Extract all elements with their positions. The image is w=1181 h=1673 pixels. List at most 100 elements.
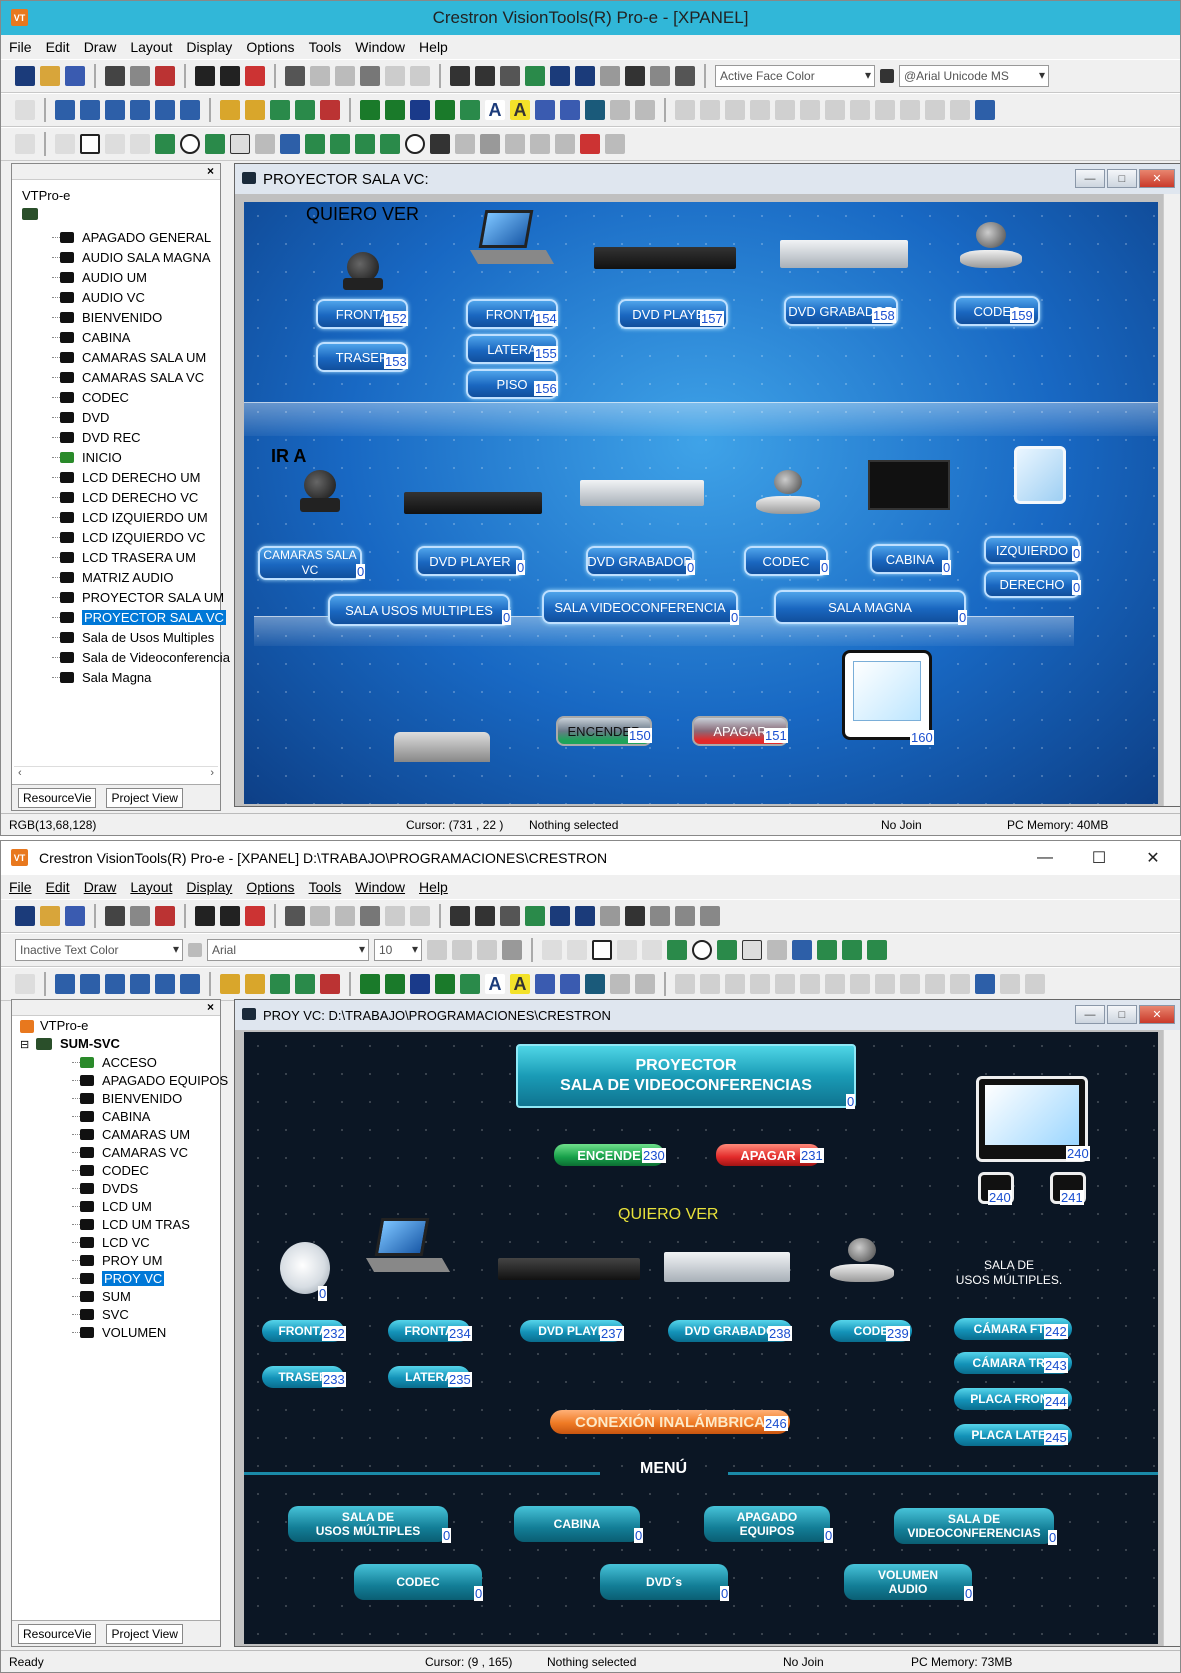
- underline-icon[interactable]: [477, 940, 497, 960]
- picture-icon[interactable]: [155, 134, 175, 154]
- doc-maximize-button[interactable]: □: [1107, 169, 1137, 188]
- button-icon[interactable]: [360, 974, 380, 994]
- scroll-right-icon[interactable]: ›: [210, 767, 214, 782]
- menu-tools[interactable]: Tools: [309, 39, 342, 55]
- space-vertical-icon[interactable]: [800, 974, 820, 994]
- menu-file[interactable]: File: [9, 879, 32, 895]
- doc-close-button[interactable]: ✕: [1139, 1005, 1175, 1024]
- debug-icon[interactable]: [155, 906, 175, 926]
- transfer-icon[interactable]: [130, 906, 150, 926]
- tree-item[interactable]: LCD IZQUIERDO UM: [52, 510, 208, 525]
- font-size-combo[interactable]: 10: [374, 939, 422, 961]
- font-combo[interactable]: @Arial Unicode MS: [899, 65, 1049, 87]
- print-icon[interactable]: [285, 66, 305, 86]
- tree-item[interactable]: LCD DERECHO VC: [52, 490, 198, 505]
- menu-display[interactable]: Display: [186, 39, 232, 55]
- ir-codec-button[interactable]: CODEC: [744, 546, 828, 576]
- spin-icon[interactable]: [842, 940, 862, 960]
- menu-layout[interactable]: Layout: [130, 39, 172, 55]
- align-bottom-icon[interactable]: [725, 100, 745, 120]
- list-box-icon[interactable]: [867, 940, 887, 960]
- symbol-icon[interactable]: [525, 906, 545, 926]
- button-icon[interactable]: [435, 974, 455, 994]
- align-right-icon[interactable]: [700, 974, 720, 994]
- collapse-icon[interactable]: ⊟: [20, 1038, 29, 1051]
- picture-icon[interactable]: [667, 940, 687, 960]
- tab-resource-view[interactable]: ResourceVie: [18, 1623, 97, 1644]
- menu-edit[interactable]: Edit: [46, 39, 70, 55]
- tree-item[interactable]: DVD: [52, 410, 109, 425]
- paste-icon[interactable]: [360, 66, 380, 86]
- symbol-icon[interactable]: [525, 66, 545, 86]
- tree-item[interactable]: CABINA: [72, 1109, 150, 1124]
- page-icon[interactable]: [195, 66, 215, 86]
- sala-videoconferencia-button[interactable]: SALA VIDEOCONFERENCIA: [542, 590, 738, 624]
- slider-icon[interactable]: [305, 134, 325, 154]
- gauge-icon[interactable]: [792, 940, 812, 960]
- keyboard-icon[interactable]: [430, 134, 450, 154]
- menu-tools[interactable]: Tools: [309, 879, 342, 895]
- fill-icon[interactable]: [130, 100, 150, 120]
- layer-icon[interactable]: [270, 974, 290, 994]
- size-icon[interactable]: [875, 974, 895, 994]
- menu-cabina-button[interactable]: CABINA: [514, 1506, 640, 1542]
- color-swatch-icon[interactable]: [188, 943, 202, 957]
- doc-vscroll[interactable]: [1163, 1030, 1180, 1646]
- document-icon[interactable]: [605, 134, 625, 154]
- italic-icon[interactable]: [452, 940, 472, 960]
- tab-resource-view[interactable]: ResourceVie: [18, 787, 97, 808]
- tree-item[interactable]: APAGADO EQUIPOS: [72, 1073, 228, 1088]
- align-top-icon[interactable]: [750, 100, 770, 120]
- paste-icon[interactable]: [360, 906, 380, 926]
- projector-screen-button[interactable]: [842, 650, 932, 740]
- center-icon[interactable]: [825, 100, 845, 120]
- wifi-icon[interactable]: [530, 134, 550, 154]
- align-left-icon[interactable]: [675, 974, 695, 994]
- help-icon[interactable]: [550, 66, 570, 86]
- tree-root[interactable]: VTPro-e: [22, 188, 70, 203]
- select-icon[interactable]: [542, 940, 562, 960]
- pointer-icon[interactable]: [15, 100, 35, 120]
- frame-icon[interactable]: [560, 974, 580, 994]
- layer-icon[interactable]: [220, 974, 240, 994]
- save-icon[interactable]: [65, 66, 85, 86]
- menu-apagado-equipos-button[interactable]: APAGADO EQUIPOS: [704, 1506, 830, 1542]
- menu-options[interactable]: Options: [246, 39, 294, 55]
- list-icon[interactable]: [500, 66, 520, 86]
- tree-project[interactable]: SUM-SVC: [60, 1036, 120, 1051]
- undo-icon[interactable]: [385, 906, 405, 926]
- doc-close-button[interactable]: ✕: [1139, 169, 1175, 188]
- button-icon[interactable]: [435, 100, 455, 120]
- grid-icon[interactable]: [245, 906, 265, 926]
- button-shape-icon[interactable]: [717, 940, 737, 960]
- popup-icon[interactable]: [220, 66, 240, 86]
- button-icon[interactable]: [410, 100, 430, 120]
- new-icon[interactable]: [15, 906, 35, 926]
- center-icon[interactable]: [825, 974, 845, 994]
- conexion-inalambrica-button[interactable]: CONEXIÓN INALÁMBRICA: [550, 1410, 790, 1434]
- button-icon[interactable]: [385, 100, 405, 120]
- tree-item[interactable]: CAMARAS SALA VC: [52, 370, 204, 385]
- scroll-left-icon[interactable]: ‹: [18, 767, 22, 782]
- open-icon[interactable]: [40, 906, 60, 926]
- redo-icon[interactable]: [410, 66, 430, 86]
- select-icon[interactable]: [15, 134, 35, 154]
- menu-sala-videoconferencias-button[interactable]: SALA DE VIDEOCONFERENCIAS: [894, 1508, 1054, 1544]
- text-a-icon[interactable]: A: [485, 974, 505, 994]
- layer-icon[interactable]: [270, 100, 290, 120]
- cut-icon[interactable]: [310, 906, 330, 926]
- ir-dvd-player-button[interactable]: DVD PLAYER: [416, 546, 524, 576]
- menu-window[interactable]: Window: [355, 39, 405, 55]
- tree-item[interactable]: DVD REC: [52, 430, 141, 445]
- fill-icon[interactable]: [130, 974, 150, 994]
- keypad-icon[interactable]: [767, 940, 787, 960]
- frame-icon[interactable]: [560, 100, 580, 120]
- button-shape-icon[interactable]: [205, 134, 225, 154]
- arrange-icon[interactable]: [975, 100, 995, 120]
- layer-icon[interactable]: [295, 974, 315, 994]
- title-bar[interactable]: VT Crestron VisionTools(R) Pro-e - [XPAN…: [1, 841, 1180, 875]
- tree-item[interactable]: CABINA: [52, 330, 130, 345]
- tree-item[interactable]: CODEC: [52, 390, 129, 405]
- copy-icon[interactable]: [335, 66, 355, 86]
- size-icon[interactable]: [925, 974, 945, 994]
